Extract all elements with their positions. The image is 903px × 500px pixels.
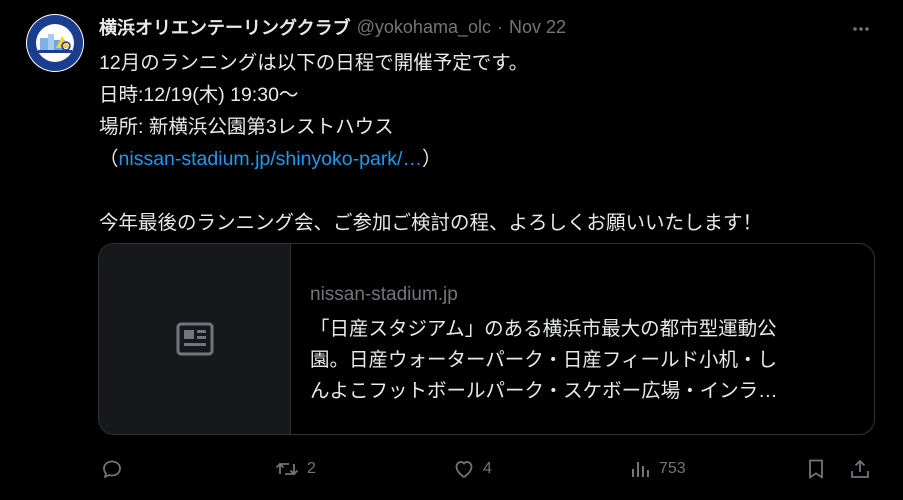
link-close-paren: ） [421, 148, 442, 170]
tweet-line: 12月のランニングは以下の日程で開催予定です。 [99, 52, 529, 74]
share-icon [851, 459, 869, 478]
avatar[interactable] [26, 14, 84, 72]
card-description-line: 「日産スタジアム」のある横浜市最大の都市型運動公 [310, 318, 777, 340]
tweet-line: 日時:12/19(木) 19:30〜 [99, 84, 299, 106]
tweet-text: 12月のランニングは以下の日程で開催予定です。 日時:12/19(木) 19:3… [99, 47, 879, 239]
action-bar: 2 4 753 [0, 455, 903, 485]
more-icon [853, 27, 869, 31]
author-name[interactable]: 横浜オリエンテーリングクラブ [99, 14, 351, 40]
tweet-link[interactable]: nissan-stadium.jp/shinyoko-park/… [119, 148, 422, 170]
like-icon [455, 461, 473, 478]
tweet-header: 横浜オリエンテーリングクラブ @yokohama_olc · Nov 22 [99, 15, 566, 39]
tweet-line: 場所: 新横浜公園第3レストハウス [99, 116, 394, 138]
newspaper-icon [176, 322, 213, 356]
card-description: 「日産スタジアム」のある横浜市最大の都市型運動公 園。日産ウォーターパーク・日産… [310, 314, 860, 407]
card-description-line: んよこフットボールパーク・スケボー広場・インラ… [310, 380, 778, 402]
views-icon [632, 462, 649, 477]
club-logo-icon [27, 15, 83, 71]
link-preview-card[interactable]: nissan-stadium.jp 「日産スタジアム」のある横浜市最大の都市型運… [98, 243, 875, 435]
retweet-count: 2 [307, 460, 316, 477]
author-handle[interactable]: @yokohama_olc [357, 17, 491, 38]
bookmark-icon [809, 459, 823, 479]
like-count: 4 [483, 460, 492, 477]
meta-separator: · [496, 16, 503, 37]
more-button[interactable] [846, 14, 876, 44]
link-open-paren: （ [99, 148, 119, 170]
retweet-button[interactable]: 2 [274, 457, 316, 481]
views-count: 753 [659, 460, 686, 477]
views-button[interactable]: 753 [628, 457, 686, 481]
tweet-line: 今年最後のランニング会、ご参加ご検討の程、よろしくお願いいたします！ [99, 212, 763, 234]
share-button[interactable] [848, 457, 872, 481]
tweet-link-line: （nissan-stadium.jp/shinyoko-park/…） [99, 143, 879, 175]
like-button[interactable]: 4 [452, 457, 492, 481]
tweet-date[interactable]: Nov 22 [509, 17, 566, 38]
card-domain: nissan-stadium.jp [310, 284, 458, 305]
reply-button[interactable] [100, 457, 131, 481]
card-thumbnail [99, 244, 291, 434]
reply-icon [103, 460, 121, 478]
retweet-icon [275, 462, 299, 476]
card-description-line: 園。日産ウォーターパーク・日産フィールド小机・し [310, 349, 778, 371]
bookmark-button[interactable] [804, 457, 828, 481]
